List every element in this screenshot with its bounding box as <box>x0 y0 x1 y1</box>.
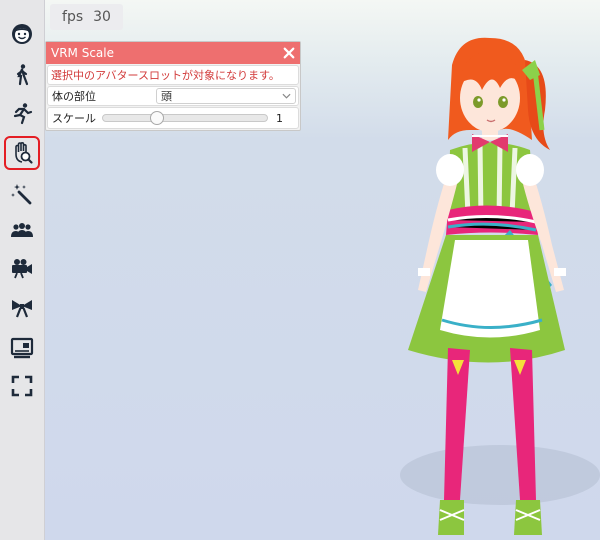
chevron-down-icon <box>282 93 291 99</box>
sidebar-button-face[interactable] <box>4 17 40 51</box>
display-screen-icon <box>10 337 34 359</box>
video-camera-icon <box>12 259 32 279</box>
vrm-scale-panel: VRM Scale 選択中のアバタースロットが対象になります。 体の部位 頭 ス… <box>45 41 301 131</box>
scale-slider-thumb[interactable] <box>150 111 165 125</box>
sidebar-button-display[interactable] <box>4 331 40 365</box>
body-part-select[interactable]: 頭 <box>156 88 296 104</box>
scale-slider[interactable] <box>102 111 268 125</box>
avatar-viewport[interactable] <box>360 30 600 540</box>
body-part-value: 頭 <box>161 90 172 103</box>
close-button[interactable] <box>282 46 296 60</box>
sidebar-button-group[interactable] <box>4 213 40 247</box>
walking-person-icon <box>16 64 29 86</box>
hand-search-icon <box>15 141 33 164</box>
sidebar-button-hand-search[interactable] <box>4 136 40 170</box>
close-icon <box>283 47 295 59</box>
magic-wand-icon <box>11 184 32 205</box>
fps-label: fps <box>62 9 84 25</box>
sidebar-button-costume[interactable] <box>4 291 40 325</box>
sidebar-button-camera[interactable] <box>4 251 40 285</box>
sidebar-button-fullscreen[interactable] <box>4 369 40 403</box>
panel-header[interactable]: VRM Scale <box>46 42 300 64</box>
fps-counter: fps 30 <box>50 4 123 30</box>
fps-value: 30 <box>93 9 111 25</box>
body-part-row: 体の部位 頭 <box>47 86 299 106</box>
body-part-label: 体の部位 <box>52 90 96 103</box>
avatar-shadow <box>400 445 600 505</box>
running-person-icon <box>13 103 33 125</box>
target-message: 選択中のアバタースロットが対象になります。 <box>47 65 299 85</box>
scale-label: スケール <box>52 112 96 125</box>
sidebar-button-magic[interactable] <box>4 176 40 210</box>
sidebar-button-walk[interactable] <box>4 58 40 92</box>
fullscreen-icon <box>11 375 33 397</box>
face-icon <box>12 24 32 44</box>
panel-title: VRM Scale <box>51 46 114 60</box>
sidebar-button-run[interactable] <box>4 97 40 131</box>
bow-ribbon-icon <box>12 300 32 318</box>
scale-value: 1 <box>276 111 283 125</box>
sidebar <box>0 0 45 540</box>
scale-row: スケール 1 <box>47 107 299 129</box>
group-people-icon <box>11 223 33 237</box>
